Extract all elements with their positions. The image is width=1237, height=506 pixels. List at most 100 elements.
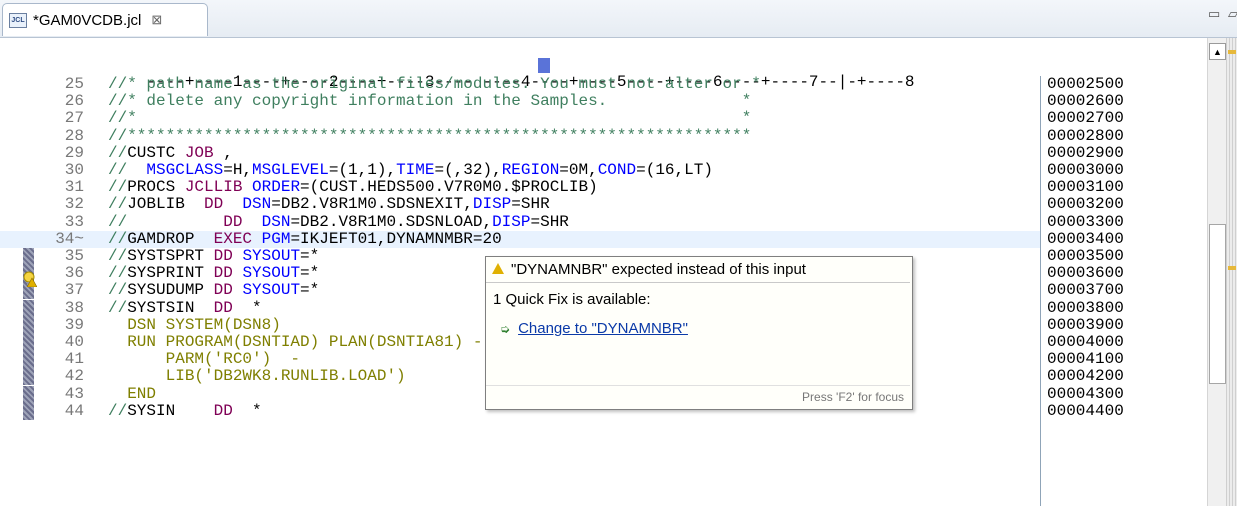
code-text[interactable]: END <box>108 385 156 403</box>
code-token: DD <box>213 401 233 420</box>
close-icon[interactable]: ⊠ <box>151 12 162 28</box>
sequence-number: 00004400 <box>1047 401 1124 420</box>
code-text[interactable]: PARM('RC0') - <box>108 351 300 368</box>
code-token: SYSPRINT <box>127 264 214 283</box>
code-token: DSN SYSTEM(DSN8) <box>108 315 281 334</box>
code-token: PGM <box>261 229 291 248</box>
code-token: REGION <box>501 161 560 179</box>
warning-lightbulb-icon[interactable] <box>23 271 37 287</box>
warning-icon <box>492 263 505 276</box>
sequence-number: 00003000 <box>1047 161 1124 179</box>
code-token: JOBLIB <box>127 195 205 214</box>
code-token: PARM('RC0') - <box>108 350 301 369</box>
code-line[interactable]: 25 //* path name as the original files/mo… <box>0 76 1040 93</box>
code-token: * <box>232 298 262 317</box>
code-text[interactable]: //PROCS JCLLIB ORDER=(CUST.HEDS500.V7R0M… <box>108 179 598 196</box>
code-text[interactable]: LIB('DB2WK8.RUNLIB.LOAD') <box>108 368 406 385</box>
code-token: SYSTSIN <box>127 298 214 317</box>
overview-warning-mark[interactable] <box>1228 50 1236 54</box>
code-token: * <box>232 401 262 420</box>
line-number: 30 <box>64 161 84 179</box>
code-token: // <box>108 143 128 162</box>
code-token: JOB <box>184 143 214 162</box>
code-line[interactable]: 33 // DD DSN=DB2.V8R1M0.SDSNLOAD,DISP=SHR <box>0 212 1040 231</box>
minimize-icon[interactable]: ▭ <box>1208 6 1220 22</box>
code-line[interactable]: 28 //************************************… <box>0 127 1040 145</box>
overview-warning-mark[interactable] <box>1228 266 1236 270</box>
change-marker <box>23 402 34 420</box>
line-number: 39 <box>64 315 84 334</box>
line-number: 26 <box>64 92 84 111</box>
code-line[interactable]: 30 // MSGCLASS=H,MSGLEVEL=(1,1),TIME=(,32… <box>0 162 1040 179</box>
hover-title: "DYNAMNBR" expected instead of this inpu… <box>486 257 910 283</box>
code-text[interactable]: //CUSTC JOB , <box>108 143 233 162</box>
sequence-number: 00002500 <box>1047 75 1124 93</box>
code-line[interactable]: 34~ //GAMDROP EXEC PGM=IKJEFT01,DYNAMNMBR… <box>0 229 1040 248</box>
editor-tab[interactable]: JCL *GAM0VCDB.jcl ⊠ <box>2 3 208 36</box>
code-text[interactable]: DSN SYSTEM(DSN8) <box>108 315 281 334</box>
code-text[interactable]: //SYSIN DD * <box>108 401 262 420</box>
code-text[interactable]: //* path name as the original files/modu… <box>108 76 761 93</box>
code-text[interactable]: //GAMDROP EXEC PGM=IKJEFT01,DYNAMNMBR=20 <box>108 229 502 248</box>
code-line[interactable]: 32 //JOBLIB DD DSN=DB2.V8R1M0.SDSNEXIT,DI… <box>0 196 1040 213</box>
code-text[interactable]: // MSGCLASS=H,MSGLEVEL=(1,1),TIME=(,32),… <box>108 162 713 179</box>
code-text[interactable]: //**************************************… <box>108 127 751 145</box>
quick-fix-link[interactable]: Change to "DYNAMNBR" <box>518 320 688 337</box>
scroll-up-icon[interactable]: ▲ <box>1209 43 1226 60</box>
code-token: DISP <box>472 195 512 214</box>
code-token: SYSOUT <box>242 281 301 300</box>
code-line[interactable]: 31 //PROCS JCLLIB ORDER=(CUST.HEDS500.V7R… <box>0 179 1040 196</box>
code-token: // <box>108 281 128 300</box>
code-token: // <box>108 212 128 231</box>
code-token: MSGLEVEL <box>252 161 329 179</box>
change-marker <box>23 299 34 317</box>
code-token: =* <box>300 264 320 283</box>
code-token: DSN <box>261 212 291 231</box>
quick-fix-item[interactable]: ➭ Change to "DYNAMNBR" <box>500 320 688 337</box>
change-marker <box>23 334 34 351</box>
code-text[interactable]: //JOBLIB DD DSN=DB2.V8R1M0.SDSNEXIT,DISP… <box>108 196 550 213</box>
code-text[interactable]: //* delete any copyright information in … <box>108 93 751 110</box>
hover-message: "DYNAMNBR" expected instead of this inpu… <box>511 261 806 278</box>
vertical-scrollbar[interactable]: ▲ <box>1207 38 1227 506</box>
code-token: // <box>108 195 128 214</box>
code-token: // <box>108 298 128 317</box>
code-text[interactable]: RUN PROGRAM(DSNTIAD) PLAN(DSNTIA81) - <box>108 334 482 351</box>
code-line[interactable]: 27 //* * <box>0 110 1040 127</box>
line-number: 27 <box>64 109 84 128</box>
sequence-number: 00002700 <box>1047 109 1124 128</box>
sequence-number: 00002900 <box>1047 143 1124 162</box>
sequence-number: 00002600 <box>1047 92 1124 111</box>
code-token: DD <box>204 195 224 214</box>
code-token: //* * <box>108 109 752 128</box>
overview-ruler[interactable] <box>1226 38 1237 506</box>
code-token: ORDER <box>252 178 301 197</box>
line-number: 43 <box>64 384 84 403</box>
code-text[interactable]: //SYSTSIN DD * <box>108 298 262 317</box>
code-text[interactable]: //SYSPRINT DD SYSOUT=* <box>108 265 319 282</box>
scroll-thumb[interactable] <box>1209 224 1226 384</box>
code-text[interactable]: //* * <box>108 110 751 127</box>
sequence-number: 00003700 <box>1047 281 1124 300</box>
sequence-number: 00003100 <box>1047 178 1124 197</box>
code-text[interactable]: //SYSTSPRT DD SYSOUT=* <box>108 248 319 265</box>
line-number: 40 <box>64 333 84 351</box>
code-token: =DB2.V8R1M0.SDSNLOAD, <box>290 212 493 231</box>
code-token: =(,32), <box>434 161 502 179</box>
code-line[interactable]: 29 //CUSTC JOB , <box>0 143 1040 162</box>
maximize-icon[interactable]: ▱ <box>1228 6 1237 22</box>
code-text[interactable]: // DD DSN=DB2.V8R1M0.SDSNLOAD,DISP=SHR <box>108 212 569 231</box>
code-token: =* <box>300 247 320 265</box>
code-token: DD <box>213 298 233 317</box>
sequence-number: 00004000 <box>1047 333 1124 351</box>
code-token: // <box>108 264 128 283</box>
code-text[interactable]: //SYSUDUMP DD SYSOUT=* <box>108 282 319 299</box>
sequence-number: 00002800 <box>1047 126 1124 145</box>
code-line[interactable]: 26 //* delete any copyright information i… <box>0 93 1040 110</box>
